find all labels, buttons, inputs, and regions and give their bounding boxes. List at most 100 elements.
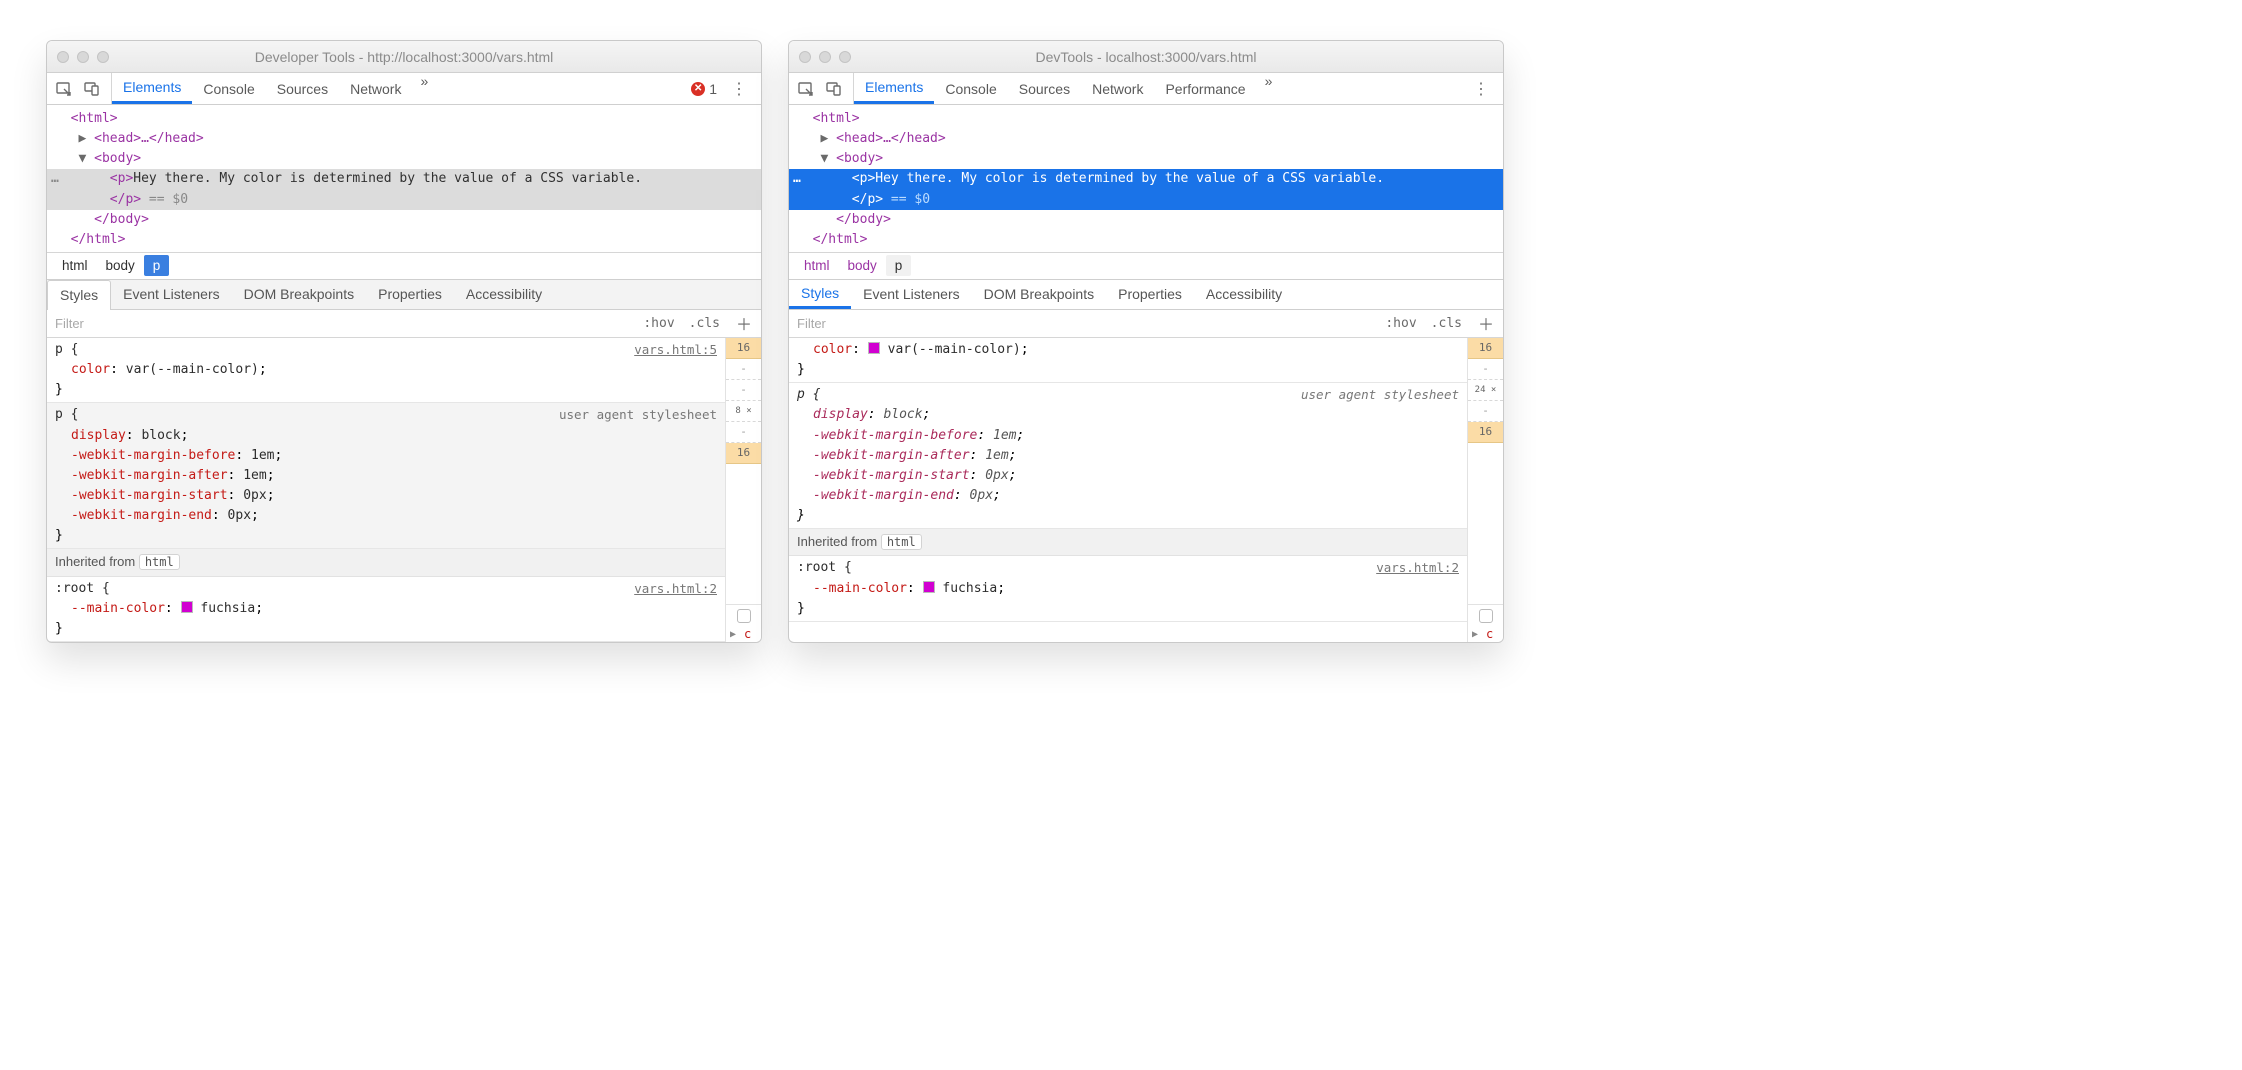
- checkbox[interactable]: [737, 609, 751, 623]
- chevron-right-icon[interactable]: ▶: [726, 627, 740, 642]
- decl-value[interactable]: fuchsia: [942, 581, 997, 596]
- rule-selector[interactable]: p {: [55, 340, 717, 360]
- subtab-event-listeners[interactable]: Event Listeners: [111, 280, 232, 309]
- style-rule[interactable]: vars.html:2 :root { --main-color: fuchsi…: [789, 556, 1467, 621]
- style-rule-ua[interactable]: user agent stylesheet p { display: block…: [47, 403, 725, 549]
- subtab-dom-breakpoints[interactable]: DOM Breakpoints: [232, 280, 366, 309]
- tab-network[interactable]: Network: [339, 73, 412, 104]
- tabs-overflow[interactable]: »: [412, 73, 436, 104]
- crumb-body[interactable]: body: [97, 255, 144, 276]
- dom-tree[interactable]: <html> ▶ <head>…</head> ▼ <body> <p>Hey …: [47, 105, 761, 252]
- rule-selector[interactable]: :root {: [55, 579, 717, 599]
- checkbox[interactable]: [1479, 609, 1493, 623]
- rule-selector[interactable]: :root {: [797, 558, 1459, 578]
- metric-cell[interactable]: -: [1468, 401, 1503, 422]
- rule-source[interactable]: vars.html:5: [634, 340, 717, 359]
- cls-button[interactable]: .cls: [1424, 316, 1469, 331]
- subtab-styles[interactable]: Styles: [789, 280, 851, 309]
- device-icon[interactable]: [83, 80, 101, 98]
- tab-performance[interactable]: Performance: [1154, 73, 1256, 104]
- dom-line-selected[interactable]: </p> == $0: [47, 190, 761, 210]
- tab-sources[interactable]: Sources: [266, 73, 339, 104]
- inherited-tag[interactable]: html: [139, 554, 180, 570]
- styles-filter-input[interactable]: [789, 316, 1378, 331]
- metric-cell[interactable]: 16: [726, 338, 761, 359]
- metric-cell[interactable]: 16: [726, 443, 761, 464]
- tab-elements[interactable]: Elements: [854, 73, 934, 104]
- chevron-right-icon[interactable]: ▶: [1468, 627, 1482, 642]
- rule-source[interactable]: vars.html:2: [1376, 558, 1459, 577]
- error-badge[interactable]: ✕ 1: [683, 81, 725, 97]
- dom-line[interactable]: <html>: [789, 109, 1503, 129]
- color-swatch[interactable]: [868, 342, 880, 354]
- style-rule[interactable]: vars.html:5 p { color: var(--main-color)…: [47, 338, 725, 403]
- kebab-menu-icon[interactable]: ⋮: [1467, 79, 1495, 99]
- tab-console[interactable]: Console: [934, 73, 1007, 104]
- subtab-accessibility[interactable]: Accessibility: [454, 280, 554, 309]
- decl-value[interactable]: var(--main-color): [126, 362, 259, 377]
- subtab-accessibility[interactable]: Accessibility: [1194, 280, 1294, 309]
- titlebar: Developer Tools - http://localhost:3000/…: [47, 41, 761, 73]
- crumb-p[interactable]: p: [144, 255, 170, 276]
- dom-line[interactable]: ▼ <body>: [47, 149, 761, 169]
- metric-cell[interactable]: -: [726, 422, 761, 443]
- dom-line-selected[interactable]: <p>Hey there. My color is determined by …: [47, 169, 761, 189]
- dom-line[interactable]: </html>: [789, 230, 1503, 250]
- subtab-styles[interactable]: Styles: [47, 280, 111, 310]
- decl-prop[interactable]: --main-color: [813, 581, 907, 596]
- metric-cell[interactable]: -: [726, 359, 761, 380]
- dom-line[interactable]: </html>: [47, 230, 761, 250]
- dom-line-selected[interactable]: </p> == $0: [789, 190, 1503, 210]
- cls-button[interactable]: .cls: [682, 316, 727, 331]
- dom-line[interactable]: <html>: [47, 109, 761, 129]
- dom-line[interactable]: </body>: [47, 210, 761, 230]
- metric-cell[interactable]: 16: [1468, 338, 1503, 359]
- hov-button[interactable]: :hov: [636, 316, 681, 331]
- crumb-html[interactable]: html: [795, 255, 839, 276]
- color-swatch[interactable]: [181, 601, 193, 613]
- dom-line[interactable]: ▼ <body>: [789, 149, 1503, 169]
- metric-cell[interactable]: -: [726, 380, 761, 401]
- metric-cell[interactable]: 16: [1468, 422, 1503, 443]
- crumb-p[interactable]: p: [886, 255, 912, 276]
- decl-prop[interactable]: --main-color: [71, 601, 165, 616]
- dom-line[interactable]: </body>: [789, 210, 1503, 230]
- subtab-properties[interactable]: Properties: [366, 280, 454, 309]
- style-rule[interactable]: color: var(--main-color); }: [789, 338, 1467, 383]
- inherited-tag[interactable]: html: [881, 534, 922, 550]
- metric-cell[interactable]: -: [1468, 359, 1503, 380]
- new-rule-button[interactable]: ＋: [727, 311, 761, 335]
- subtab-event-listeners[interactable]: Event Listeners: [851, 280, 972, 309]
- style-rule-ua[interactable]: user agent stylesheet p { display: block…: [789, 383, 1467, 529]
- dom-line-selected[interactable]: <p>Hey there. My color is determined by …: [789, 169, 1503, 189]
- tab-network[interactable]: Network: [1081, 73, 1154, 104]
- tab-sources[interactable]: Sources: [1008, 73, 1081, 104]
- dom-line[interactable]: ▶ <head>…</head>: [47, 129, 761, 149]
- rule-source[interactable]: vars.html:2: [634, 579, 717, 598]
- tabs-overflow[interactable]: »: [1257, 73, 1281, 104]
- dom-tree[interactable]: <html> ▶ <head>…</head> ▼ <body> <p>Hey …: [789, 105, 1503, 252]
- style-rule[interactable]: vars.html:2 :root { --main-color: fuchsi…: [47, 577, 725, 642]
- inspect-icon[interactable]: [797, 80, 815, 98]
- device-icon[interactable]: [825, 80, 843, 98]
- tab-console[interactable]: Console: [192, 73, 265, 104]
- crumb-body[interactable]: body: [839, 255, 886, 276]
- metric-cell[interactable]: 8 ×: [726, 401, 761, 422]
- metric-cell[interactable]: 24 ×: [1468, 380, 1503, 401]
- kebab-menu-icon[interactable]: ⋮: [725, 79, 753, 99]
- decl-value[interactable]: fuchsia: [200, 601, 255, 616]
- inspect-icon[interactable]: [55, 80, 73, 98]
- tab-elements[interactable]: Elements: [112, 73, 192, 104]
- decl-value[interactable]: var(--main-color): [888, 342, 1021, 357]
- new-rule-button[interactable]: ＋: [1469, 311, 1503, 335]
- subtab-dom-breakpoints[interactable]: DOM Breakpoints: [972, 280, 1106, 309]
- subtab-properties[interactable]: Properties: [1106, 280, 1194, 309]
- crumb-html[interactable]: html: [53, 255, 97, 276]
- styles-filter-input[interactable]: [47, 316, 636, 331]
- dom-line[interactable]: ▶ <head>…</head>: [789, 129, 1503, 149]
- error-icon: ✕: [691, 82, 705, 96]
- color-swatch[interactable]: [923, 581, 935, 593]
- hov-button[interactable]: :hov: [1378, 316, 1423, 331]
- decl-prop[interactable]: color: [71, 362, 110, 377]
- decl-prop[interactable]: color: [813, 342, 852, 357]
